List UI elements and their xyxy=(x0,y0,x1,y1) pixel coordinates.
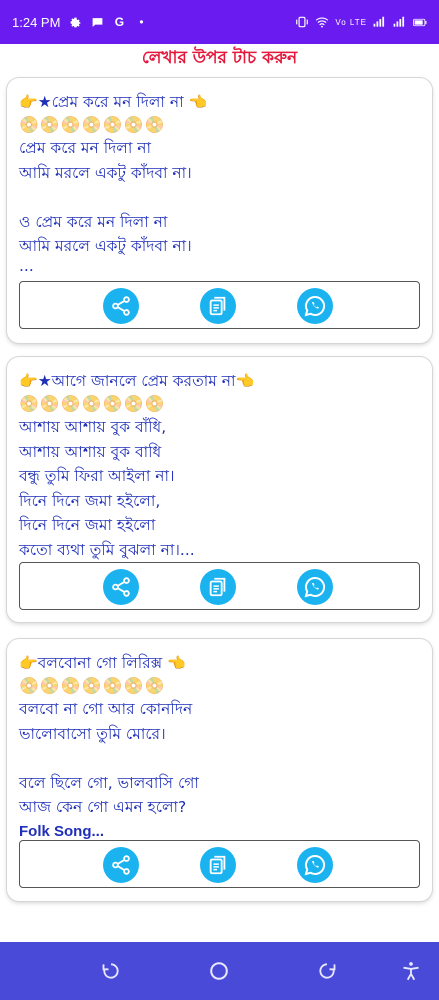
lyrics-card[interactable]: 👉বলবোনা গো লিরিক্স 👈 📀📀📀📀📀📀📀 বলবো না গো … xyxy=(7,639,432,901)
lyric-line: প্রেম করে মন দিলা না xyxy=(19,139,151,157)
share-button[interactable] xyxy=(103,569,139,605)
lyric-line: আমি মরলে একটু কাঁদবা না। xyxy=(19,163,192,182)
signal-icon xyxy=(373,15,387,29)
lyric-line: বন্ধু তুমি ফিরা আইলা না। xyxy=(19,467,175,485)
copy-button[interactable] xyxy=(200,847,236,883)
whatsapp-button[interactable] xyxy=(297,288,333,324)
page-title: লেখার উপর টাচ করুন xyxy=(141,48,298,68)
card-actions xyxy=(19,840,420,888)
lyric-line: দিনে দিনে জমা হইলো xyxy=(19,516,156,534)
lyric-line: দিনে দিনে জমা হইলো, xyxy=(19,491,161,510)
lyric-line xyxy=(19,185,420,210)
navigation-bar xyxy=(0,942,439,1000)
status-bar: 1:24 PM G • Vo LTE xyxy=(0,0,439,44)
battery-icon xyxy=(413,15,427,29)
whatsapp-icon xyxy=(304,854,326,876)
pointing-left-icon: 👈 xyxy=(167,654,186,672)
card-title-row: 👉বলবোনা গো লিরিক্স 👈 xyxy=(19,651,420,675)
card-title: বলবোনা গো লিরিক্স xyxy=(37,654,163,672)
accessibility-button[interactable] xyxy=(398,958,424,984)
card-lyrics: আশায় আশায় বুক বাঁধি, আশায় আশায় বুক ব… xyxy=(19,415,420,562)
star-icon: ★ xyxy=(37,93,52,111)
status-time: 1:24 PM xyxy=(12,14,61,30)
vibrate-icon xyxy=(295,15,309,29)
whatsapp-icon xyxy=(304,576,326,598)
lyric-line: ... xyxy=(19,256,34,275)
lyric-line: ভালোবাসো তুমি মোরে। xyxy=(19,724,166,743)
disc-icons: 📀📀📀📀📀📀📀 xyxy=(19,394,166,413)
card-actions xyxy=(19,281,420,329)
dot-icon: • xyxy=(139,15,144,29)
lyric-line: আমি মরলে একটু কাঁদবা না। xyxy=(19,237,192,255)
lyric-line: আজ কেন গো এমন হলো? xyxy=(19,798,187,816)
lyric-line: আশায় আশায় বুক বাধি xyxy=(19,442,162,461)
network-label: Vo LTE xyxy=(335,17,367,27)
lyric-line: আশায় আশায় বুক বাঁধি, xyxy=(19,418,167,436)
pointing-right-icon: 👉 xyxy=(19,372,38,390)
accessibility-icon xyxy=(403,962,419,981)
home-button[interactable] xyxy=(206,958,232,984)
disc-icons: 📀📀📀📀📀📀📀 xyxy=(19,115,166,134)
star-icon: ★ xyxy=(37,372,52,390)
disc-icons: 📀📀📀📀📀📀📀 xyxy=(19,676,166,695)
share-icon xyxy=(112,577,130,597)
whatsapp-icon xyxy=(304,295,326,317)
pointing-right-icon: 👉 xyxy=(19,93,38,111)
pointing-right-icon: 👉 xyxy=(19,654,38,672)
gear-icon xyxy=(68,15,82,29)
lyric-line: বলে ছিলে গো, ভালবাসি গো xyxy=(19,773,199,792)
share-button[interactable] xyxy=(103,288,139,324)
share-icon xyxy=(112,855,130,875)
whatsapp-button[interactable] xyxy=(297,847,333,883)
lyric-line: ও প্রেম করে মন দিলা না xyxy=(19,212,168,231)
lyrics-card[interactable]: 👉★প্রেম করে মন দিলা না 👈 📀📀📀📀📀📀📀 প্রেম ক… xyxy=(7,78,432,343)
card-title: প্রেম করে মন দিলা না xyxy=(51,93,184,111)
back-button[interactable] xyxy=(314,958,340,984)
copy-icon xyxy=(209,577,226,597)
lyric-line: কতো ব্যথা তুমি বুঝলা না।... xyxy=(19,540,195,559)
copy-icon xyxy=(209,855,226,875)
back-icon xyxy=(319,963,336,979)
copy-button[interactable] xyxy=(200,288,236,324)
pointing-left-icon: 👈 xyxy=(235,372,255,390)
signal-2-icon xyxy=(393,15,407,29)
lyrics-card[interactable]: 👉★আগে জানলে প্রেম করতাম না👈 📀📀📀📀📀📀📀 আশায… xyxy=(7,357,432,622)
home-icon xyxy=(210,962,228,980)
google-icon: G xyxy=(114,15,125,29)
card-title: আগে জানলে প্রেম করতাম না xyxy=(51,372,236,390)
chat-icon xyxy=(90,15,104,29)
card-title-row: 👉★আগে জানলে প্রেম করতাম না👈 xyxy=(19,369,420,393)
lyric-line: বলবো না গো আর কোনদিন xyxy=(19,700,193,718)
pointing-left-icon: 👈 xyxy=(188,93,208,111)
card-actions xyxy=(19,562,420,610)
lyric-line xyxy=(19,746,420,771)
copy-icon xyxy=(209,296,226,316)
wifi-icon xyxy=(315,15,329,29)
card-lyrics: প্রেম করে মন দিলা না আমি মরলে একটু কাঁদব… xyxy=(19,136,420,273)
whatsapp-button[interactable] xyxy=(297,569,333,605)
recents-button[interactable] xyxy=(98,958,124,984)
card-lyrics: বলবো না গো আর কোনদিন ভালোবাসো তুমি মোরে।… xyxy=(19,697,420,844)
card-title-row: 👉★প্রেম করে মন দিলা না 👈 xyxy=(19,90,420,114)
copy-button[interactable] xyxy=(200,569,236,605)
recents-icon xyxy=(102,963,119,979)
share-button[interactable] xyxy=(103,847,139,883)
share-icon xyxy=(112,296,130,316)
